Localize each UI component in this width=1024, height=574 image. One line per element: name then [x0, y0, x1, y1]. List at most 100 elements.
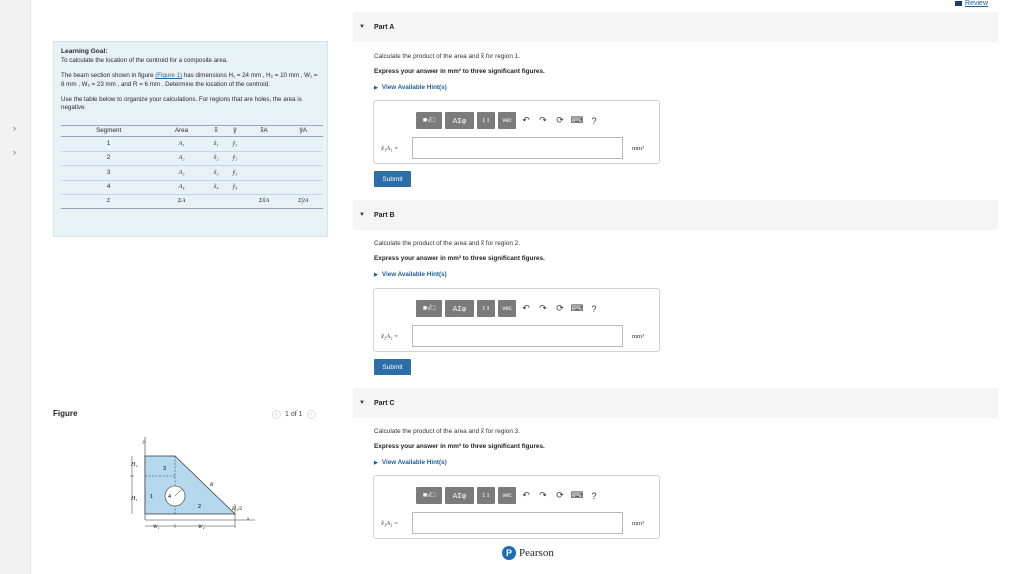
cell: 4 [61, 180, 157, 195]
redo-icon[interactable]: ↷ [536, 112, 550, 129]
table-row: 3 A₃ x̃₃ ỹ₃ [61, 165, 323, 181]
reset-icon[interactable]: ⟳ [553, 487, 567, 504]
collapse-icon[interactable]: ▼ [359, 212, 365, 218]
keyboard-icon[interactable]: ⌨ [570, 112, 584, 129]
cell: 3 [61, 165, 157, 181]
table-row: 2 A₂ x̃₂ ỹ₂ [61, 151, 323, 166]
label-h1-half: H₁/2 [231, 506, 242, 512]
collapse-icon[interactable]: ▼ [359, 400, 365, 406]
review-link[interactable]: Review [955, 0, 988, 7]
arrows-button[interactable]: ↧↥ [477, 300, 495, 317]
reset-icon[interactable]: ⟳ [553, 300, 567, 317]
math-toolbar: ■√□ AΣφ ↧↥ vec ↶ ↷ ⟳ ⌨ ? [416, 487, 601, 504]
collapse-icon[interactable]: ▼ [359, 24, 365, 30]
answer-label: x̃₃A₃ = [381, 520, 399, 527]
keyboard-icon[interactable]: ⌨ [570, 300, 584, 317]
col-ya: ỹA [283, 125, 323, 137]
figure-link[interactable]: (Figure 1) [155, 72, 182, 79]
templates-button[interactable]: ■√□ [416, 112, 442, 129]
undo-icon[interactable]: ↶ [519, 300, 533, 317]
answer-label: x̃₂A₂ = [381, 333, 399, 340]
label-h1: H₁ [130, 496, 137, 502]
cell: 2 [61, 151, 157, 166]
question-text: Calculate the product of the area and x̃… [374, 53, 521, 60]
chevron-right-icon[interactable]: › [13, 123, 16, 133]
figure-label: Figure [53, 409, 78, 418]
goal-line1: To calculate the location of the centroi… [61, 56, 228, 64]
greek-button[interactable]: AΣφ [445, 487, 474, 504]
undo-icon[interactable]: ↶ [519, 487, 533, 504]
label-w2: W₂ [198, 524, 205, 530]
label-w1: W₁ [153, 524, 160, 530]
view-hints-link[interactable]: ▶ View Available Hint(s) [374, 84, 447, 91]
figure-pager: ‹ 1 of 1 › [272, 410, 316, 419]
question-text: Calculate the product of the area and x̃… [374, 428, 521, 435]
templates-button[interactable]: ■√□ [416, 300, 442, 317]
answer-box: ■√□ AΣφ ↧↥ vec ↶ ↷ ⟳ ⌨ ? x̃₁A₁ = mm³ [373, 100, 660, 164]
redo-icon[interactable]: ↷ [536, 300, 550, 317]
hint-label: View Available Hint(s) [381, 459, 447, 466]
region-label-2: 2 [198, 504, 201, 510]
vec-button[interactable]: vec [498, 300, 516, 317]
math-toolbar: ■√□ AΣφ ↧↥ vec ↶ ↷ ⟳ ⌨ ? [416, 300, 601, 317]
cell [283, 165, 323, 181]
part-b-header[interactable]: ▼ Part B [353, 200, 998, 230]
greek-button[interactable]: AΣφ [445, 300, 474, 317]
answer-input[interactable] [412, 325, 623, 347]
arrows-button[interactable]: ↧↥ [477, 487, 495, 504]
cell: A₄ [156, 180, 207, 195]
cell [283, 151, 323, 166]
view-hints-link[interactable]: ▶ View Available Hint(s) [374, 271, 447, 278]
next-icon[interactable]: › [306, 410, 316, 419]
answer-input[interactable] [412, 137, 623, 159]
cell: x̃₃ [206, 165, 226, 181]
cell: 1 [61, 136, 157, 152]
help-icon[interactable]: ? [587, 112, 601, 129]
cell [244, 136, 284, 152]
hint-label: View Available Hint(s) [381, 271, 447, 278]
cell: ΣỹA [283, 194, 323, 209]
express-text: Express your answer in mm³ to three sign… [374, 443, 545, 450]
view-hints-link[interactable]: ▶ View Available Hint(s) [374, 459, 447, 466]
goal-desc-pre: The beam section shown in figure [61, 72, 156, 80]
answer-unit: mm³ [632, 333, 645, 340]
part-c-header[interactable]: ▼ Part C [353, 388, 998, 418]
undo-icon[interactable]: ↶ [519, 112, 533, 129]
goal-description: The beam section shown in figure (Figure… [61, 72, 320, 89]
submit-button[interactable]: Submit [374, 359, 411, 375]
keyboard-icon[interactable]: ⌨ [570, 487, 584, 504]
col-area: Area [156, 125, 207, 137]
label-r: R [209, 482, 214, 488]
left-gutter: › › [0, 0, 31, 574]
cell: ỹ₂ [225, 151, 245, 166]
chevron-right-icon[interactable]: › [13, 147, 16, 157]
help-icon[interactable]: ? [587, 300, 601, 317]
cell: Σx̃A [244, 194, 284, 209]
label-y: y [142, 440, 146, 445]
math-toolbar: ■√□ AΣφ ↧↥ vec ↶ ↷ ⟳ ⌨ ? [416, 112, 601, 129]
reset-icon[interactable]: ⟳ [553, 112, 567, 129]
cell [283, 180, 323, 195]
part-title: Part C [373, 399, 395, 407]
question-text: Calculate the product of the area and x̃… [374, 240, 521, 247]
cell: ỹ₄ [225, 180, 245, 195]
submit-button[interactable]: Submit [374, 171, 411, 187]
cell: x̃₂ [206, 151, 226, 166]
review-label: Review [965, 0, 988, 7]
templates-button[interactable]: ■√□ [416, 487, 442, 504]
part-a-header[interactable]: ▼ Part A [353, 12, 998, 42]
answer-label: x̃₁A₁ = [381, 145, 399, 152]
hint-label: View Available Hint(s) [381, 84, 447, 91]
prev-icon[interactable]: ‹ [272, 410, 281, 419]
help-icon[interactable]: ? [587, 487, 601, 504]
cell [206, 194, 226, 209]
greek-button[interactable]: AΣφ [445, 112, 474, 129]
answer-input[interactable] [412, 512, 623, 534]
vec-button[interactable]: vec [498, 112, 516, 129]
redo-icon[interactable]: ↷ [536, 487, 550, 504]
cell: x̃₄ [206, 180, 226, 195]
caret-right-icon: ▶ [374, 84, 378, 91]
arrows-button[interactable]: ↧↥ [477, 112, 495, 129]
cell: A₃ [156, 165, 207, 181]
vec-button[interactable]: vec [498, 487, 516, 504]
